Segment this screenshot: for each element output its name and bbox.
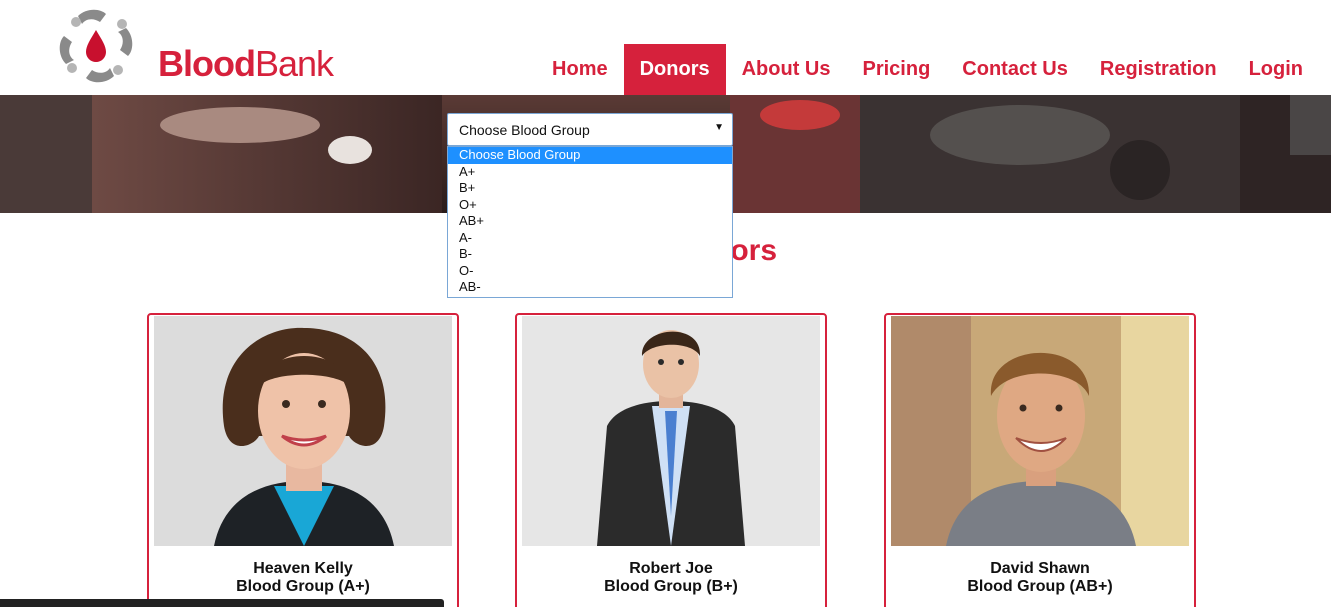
option-ab-pos[interactable]: AB+ xyxy=(448,213,732,230)
donor-name: Robert Joe xyxy=(629,560,713,577)
brand-name-part1: Blood xyxy=(158,43,256,84)
donor-photo xyxy=(154,316,452,546)
select-value: Choose Blood Group xyxy=(459,122,590,138)
nav-contact-us[interactable]: Contact Us xyxy=(946,44,1084,95)
nav-home[interactable]: Home xyxy=(536,44,624,95)
option-o-neg[interactable]: O- xyxy=(448,263,732,280)
donor-blood-group: Blood Group (AB+) xyxy=(967,578,1113,595)
option-ab-neg[interactable]: AB- xyxy=(448,279,732,296)
option-b-pos[interactable]: B+ xyxy=(448,180,732,197)
option-a-neg[interactable]: A- xyxy=(448,230,732,247)
main-nav: Home Donors About Us Pricing Contact Us … xyxy=(536,44,1319,95)
option-o-pos[interactable]: O+ xyxy=(448,197,732,214)
blood-group-select[interactable]: Choose Blood Group ▼ xyxy=(447,113,733,146)
donor-card[interactable]: David Shawn Blood Group (AB+) xyxy=(884,313,1196,607)
brand-name-part2: Bank xyxy=(254,43,334,84)
nav-donors[interactable]: Donors xyxy=(623,44,726,95)
donor-card[interactable]: Robert Joe Blood Group (B+) xyxy=(515,313,827,607)
site-header: BloodBank Home Donors About Us Pricing C… xyxy=(0,0,1331,95)
donor-photo xyxy=(891,316,1189,546)
option-a-pos[interactable]: A+ xyxy=(448,164,732,181)
donor-card[interactable]: Heaven Kelly Blood Group (A+) xyxy=(147,313,459,607)
donor-photo xyxy=(522,316,820,546)
nav-about-us[interactable]: About Us xyxy=(726,44,847,95)
donor-blood-group: Blood Group (B+) xyxy=(604,578,738,595)
option-b-neg[interactable]: B- xyxy=(448,246,732,263)
donor-name: David Shawn xyxy=(990,560,1090,577)
chevron-down-icon: ▼ xyxy=(714,122,724,133)
bloodbank-logo-icon[interactable] xyxy=(56,6,136,86)
blood-group-dropdown[interactable]: Choose Blood Group A+ B+ O+ AB+ A- B- O-… xyxy=(447,146,733,298)
nav-registration[interactable]: Registration xyxy=(1084,44,1233,95)
nav-login[interactable]: Login xyxy=(1233,44,1319,95)
brand-name[interactable]: BloodBank xyxy=(158,43,334,85)
option-choose[interactable]: Choose Blood Group xyxy=(448,147,732,164)
browser-status-bar xyxy=(0,599,444,607)
donor-blood-group: Blood Group (A+) xyxy=(236,578,370,595)
donor-name: Heaven Kelly xyxy=(253,560,353,577)
nav-pricing[interactable]: Pricing xyxy=(847,44,947,95)
